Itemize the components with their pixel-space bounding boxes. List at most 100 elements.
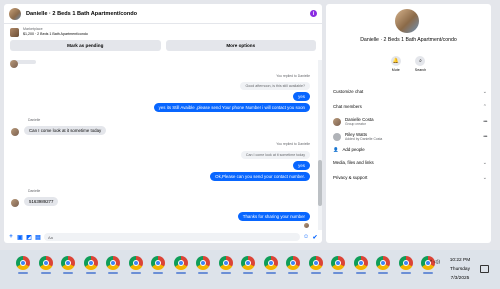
add-person-icon: 👤 — [333, 146, 339, 152]
side-title: Danielle · 2 Beds 1 Bath Apartment/condo — [360, 37, 457, 43]
outgoing-message[interactable]: yes its Still Avaible ,please send Your … — [153, 103, 310, 112]
gif-icon[interactable]: ▤ — [35, 234, 41, 241]
sender-avatar — [10, 60, 18, 68]
member-avatar — [333, 132, 341, 141]
taskbar-active-indicator — [130, 272, 141, 274]
message-list: You replied to Danielle Good afternoon, … — [4, 60, 314, 230]
outgoing-message[interactable]: yes — [293, 161, 310, 170]
message-scrollbar[interactable] — [318, 60, 322, 230]
chrome-taskbar-icon[interactable] — [308, 256, 323, 270]
mark-pending-button[interactable]: Mark as pending — [10, 40, 161, 51]
chrome-taskbar-icon[interactable] — [16, 256, 30, 270]
chat-title[interactable]: Danielle · 2 Beds 1 Bath Apartment/condo — [26, 11, 310, 17]
chrome-taskbar-icon[interactable] — [61, 256, 75, 270]
taskbar-active-indicator — [400, 272, 411, 274]
image-icon[interactable]: ▣ — [17, 234, 23, 241]
taskbar-active-indicator — [220, 272, 231, 274]
chat-header: Danielle · 2 Beds 1 Bath Apartment/condo… — [4, 4, 322, 24]
emoji-icon[interactable]: ☺ — [303, 234, 309, 240]
seen-avatar — [304, 223, 309, 228]
chat-avatar[interactable] — [9, 7, 21, 20]
taskbar-active-indicator — [243, 272, 253, 274]
notification-icon[interactable] — [480, 265, 489, 273]
taskbar-active-indicator — [423, 272, 433, 274]
outgoing-message[interactable]: yes — [293, 92, 310, 101]
quoted-message: Good afternoon, is this still available? — [240, 82, 310, 90]
chrome-taskbar-icon[interactable] — [398, 256, 413, 270]
member-avatar — [333, 117, 341, 126]
sender-avatar — [11, 128, 19, 136]
taskbar-active-indicator — [288, 272, 298, 274]
chrome-taskbar-icon[interactable] — [38, 256, 53, 270]
taskbar: ^ ◁)) 10:22 PM Thursday 7/3/2025 — [0, 250, 500, 289]
taskbar-active-indicator — [108, 272, 118, 274]
more-icon[interactable]: ••• — [483, 134, 487, 140]
customize-chat-row[interactable]: Customize chat ⌄ — [333, 84, 487, 99]
chrome-taskbar-icon[interactable] — [106, 256, 120, 270]
taskbar-active-indicator — [378, 272, 388, 274]
taskbar-active-indicator — [333, 272, 343, 274]
taskbar-active-indicator — [153, 272, 163, 274]
info-icon[interactable]: i — [310, 10, 317, 17]
taskbar-active-indicator — [265, 272, 276, 274]
sender-name: Danielle — [28, 118, 41, 122]
listing-thumbnail — [10, 27, 19, 37]
member-row[interactable]: Riley Watts Added by Danielle Costa ••• — [333, 129, 487, 144]
outgoing-message[interactable]: Thanks for sharing your number — [237, 212, 310, 221]
chrome-taskbar-icon[interactable] — [376, 256, 390, 270]
chevron-down-icon: ⌄ — [482, 174, 487, 181]
chevron-down-icon: ⌄ — [482, 88, 487, 95]
media-files-row[interactable]: Media, files and links ⌄ — [333, 155, 487, 170]
taskbar-active-indicator — [40, 272, 51, 274]
more-icon[interactable]: ••• — [483, 119, 487, 125]
chevron-up-icon: ⌃ — [482, 103, 487, 110]
member-row[interactable]: Danielle Costa Group creator ••• — [333, 114, 487, 129]
taskbar-active-indicator — [85, 272, 96, 274]
chat-members-row[interactable]: Chat members ⌃ — [333, 99, 487, 114]
sender-name: Danielle — [28, 189, 41, 193]
incoming-message[interactable]: 5163989277 — [24, 197, 59, 206]
sender-avatar — [11, 199, 19, 207]
clock-date: 7/3/2025 — [450, 276, 470, 281]
chrome-taskbar-icon[interactable] — [263, 256, 278, 270]
more-options-button[interactable]: More options — [165, 40, 316, 51]
incoming-message[interactable]: Can I come look at it sometime today — [24, 126, 107, 135]
chrome-taskbar-icon[interactable] — [241, 256, 255, 270]
group-avatar — [395, 9, 419, 33]
clock[interactable]: 10:22 PM Thursday 7/3/2025 — [442, 256, 478, 283]
chrome-taskbar-icon[interactable] — [218, 256, 233, 270]
chrome-taskbar-icon[interactable] — [286, 256, 300, 270]
chrome-taskbar-icon[interactable] — [353, 256, 368, 270]
chrome-taskbar-icon[interactable] — [83, 256, 98, 270]
add-people-button[interactable]: 👤 Add people — [333, 144, 487, 155]
taskbar-active-indicator — [63, 272, 73, 274]
mute-button[interactable]: 🔔 Mute — [390, 56, 401, 72]
search-button[interactable]: ⌕ Search — [415, 56, 426, 72]
side-sections: Customize chat ⌄ Chat members ⌃ Danielle… — [333, 84, 487, 185]
reply-meta: You replied to Danielle — [276, 142, 310, 146]
bell-icon: 🔔 — [390, 56, 401, 66]
taskbar-active-indicator — [355, 272, 366, 274]
quoted-message: Can I come look at it sometime today — [240, 151, 310, 159]
plus-icon[interactable]: + — [8, 234, 14, 240]
chrome-taskbar-icon[interactable] — [173, 256, 188, 270]
scrollbar-thumb[interactable] — [318, 160, 322, 206]
sticker-icon[interactable]: ◩ — [26, 234, 32, 241]
taskbar-active-indicator — [198, 272, 208, 274]
listing-description: $1,200 · 2 Beds 1 Bath Apartment/condo — [23, 32, 88, 36]
listing-row[interactable]: Marketplace $1,200 · 2 Beds 1 Bath Apart… — [4, 24, 322, 40]
chrome-taskbar-icon[interactable] — [128, 256, 143, 270]
like-icon[interactable]: ✔ — [312, 234, 318, 241]
system-tray[interactable]: ^ ◁)) — [430, 259, 440, 265]
side-actions: 🔔 Mute ⌕ Search — [326, 56, 491, 72]
outgoing-message[interactable]: Ok,Please can you send your contact numb… — [210, 172, 310, 181]
chrome-taskbar-icon[interactable] — [151, 256, 165, 270]
chrome-taskbar-icon[interactable] — [331, 256, 345, 270]
clock-day: Thursday — [450, 267, 470, 272]
reply-meta: You replied to Danielle — [276, 74, 310, 78]
message-input[interactable]: Aa — [44, 233, 300, 241]
chat-window: Danielle · 2 Beds 1 Bath Apartment/condo… — [4, 4, 322, 243]
privacy-support-row[interactable]: Privacy & support ⌄ — [333, 170, 487, 185]
taskbar-active-indicator — [310, 272, 321, 274]
chrome-taskbar-icon[interactable] — [196, 256, 210, 270]
